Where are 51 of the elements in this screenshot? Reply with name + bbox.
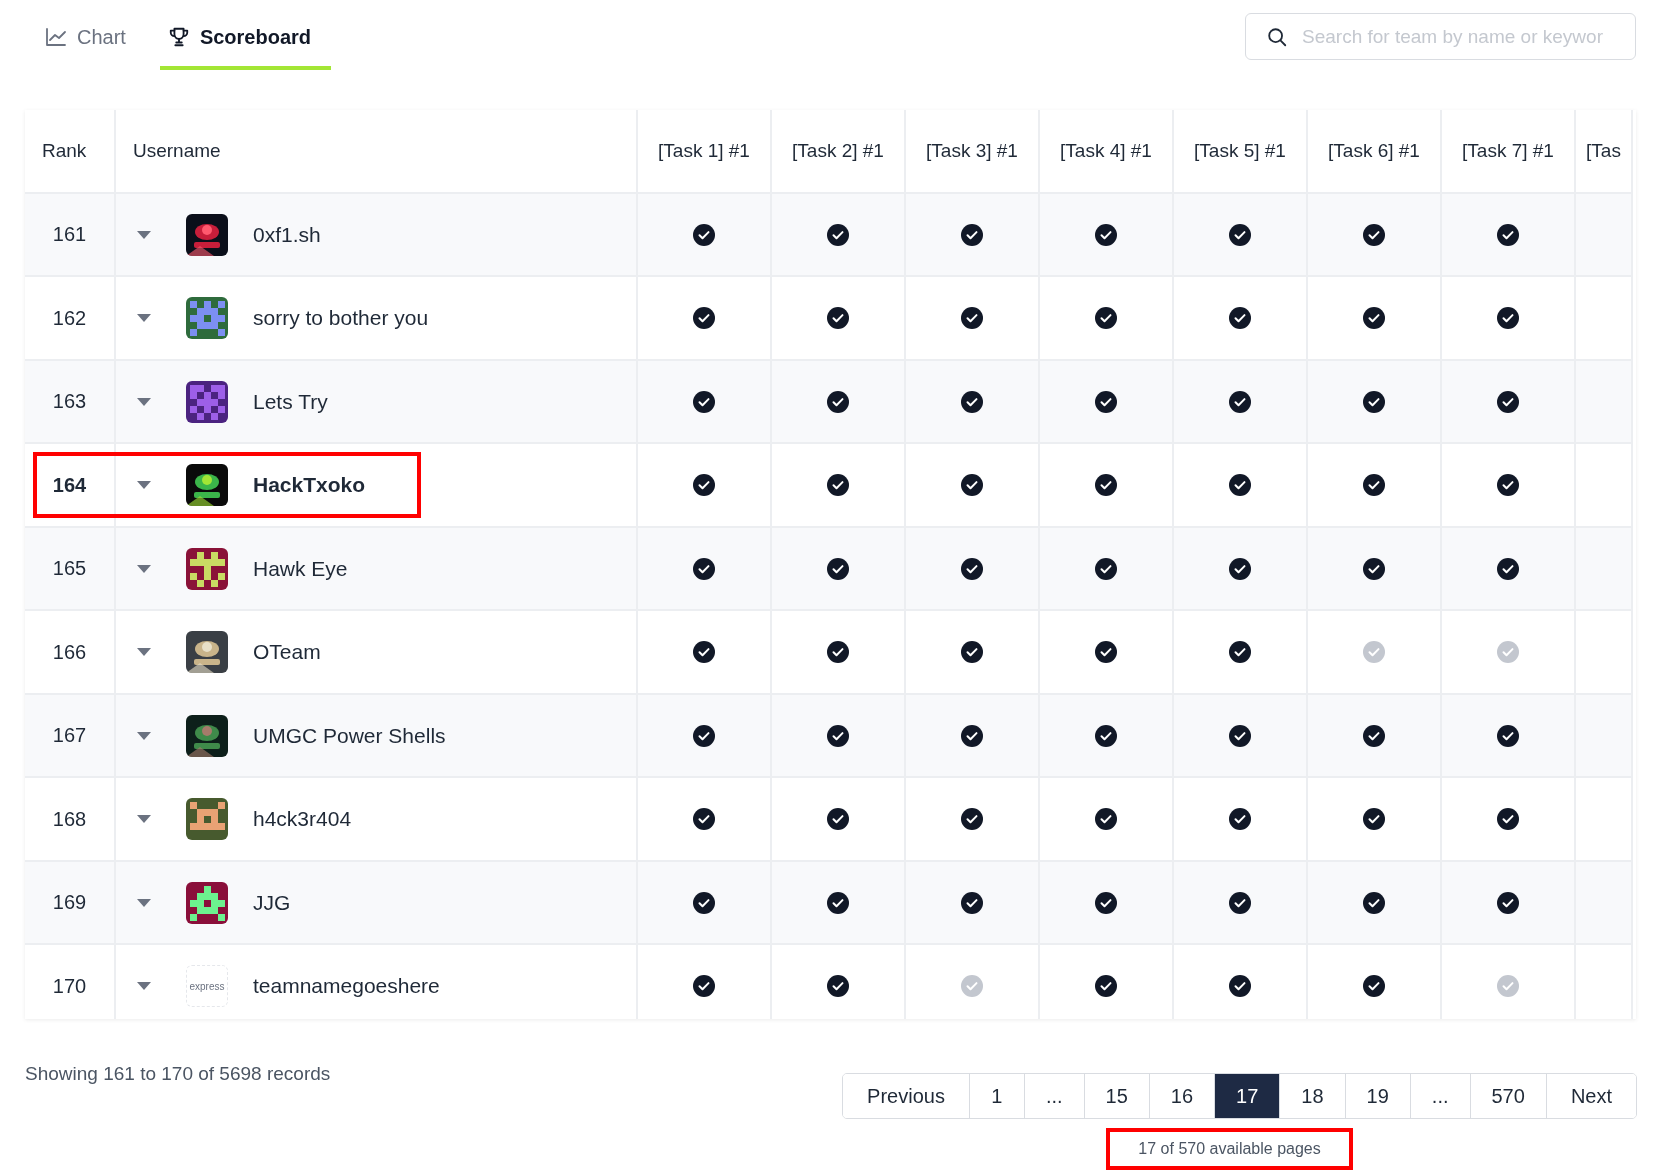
username-text: 0xf1.sh [253, 222, 321, 247]
column-header: Username [116, 109, 638, 194]
rank-text: 161 [52, 223, 87, 247]
caret-icon[interactable] [136, 897, 152, 908]
search-field[interactable]: Search for team by name or keywor [1245, 13, 1636, 60]
username-text: Hawk Eye [253, 556, 348, 581]
rank-text: 167 [52, 724, 87, 748]
username-text: HackTxoko [253, 473, 366, 498]
rank-text: 163 [52, 390, 87, 414]
column-header: [Tas [1576, 109, 1633, 194]
rank-text: 168 [52, 807, 87, 831]
caret-icon[interactable] [136, 229, 152, 240]
trophy-icon [167, 26, 190, 48]
tab[interactable]: Scoreboard [159, 12, 332, 70]
rank-text: 170 [52, 974, 87, 998]
rank-text: 164 [52, 473, 87, 497]
caret-icon[interactable] [136, 480, 152, 491]
page-button[interactable]: 17 [1214, 1074, 1280, 1118]
column-header: [Task 6] #1 [1308, 109, 1442, 194]
username-text: UMGC Power Shells [253, 723, 446, 748]
column-header: [Task 1] #1 [638, 109, 772, 194]
username-text: JJG [253, 890, 291, 915]
column-header: [Task 2] #1 [772, 109, 906, 194]
caret-icon[interactable] [136, 981, 152, 992]
chart-icon [45, 27, 67, 47]
search-icon [1266, 25, 1288, 48]
caret-icon[interactable] [136, 313, 152, 324]
column-header: Rank [25, 109, 116, 194]
column-header: [Task 4] #1 [1040, 109, 1174, 194]
column-header: [Task 3] #1 [906, 109, 1040, 194]
column-header: [Task 5] #1 [1174, 109, 1308, 194]
page-info-text: 17 of 570 available pages [1138, 1140, 1321, 1157]
tab[interactable]: Chart [37, 12, 146, 70]
page-button[interactable]: Next [1545, 1074, 1636, 1118]
column-header: [Task 7] #1 [1442, 109, 1576, 194]
caret-icon[interactable] [136, 563, 152, 574]
username-text: Lets Try [253, 389, 328, 414]
username-text: h4ck3r404 [253, 807, 352, 832]
rank-text: 165 [52, 557, 87, 581]
caret-icon[interactable] [136, 814, 152, 825]
username-text: teamnamegoeshere [253, 974, 440, 999]
rank-text: 169 [52, 891, 87, 915]
caret-icon[interactable] [136, 647, 152, 658]
username-text: sorry to bother you [253, 306, 429, 331]
caret-icon[interactable] [136, 396, 152, 407]
rank-text: 162 [52, 306, 87, 330]
logo-avatar: express [186, 965, 228, 1008]
rank-text: 166 [52, 640, 87, 664]
records-summary: Showing 161 to 170 of 5698 records [25, 1063, 331, 1085]
username-text: OTeam [253, 640, 321, 665]
caret-icon[interactable] [136, 730, 152, 741]
